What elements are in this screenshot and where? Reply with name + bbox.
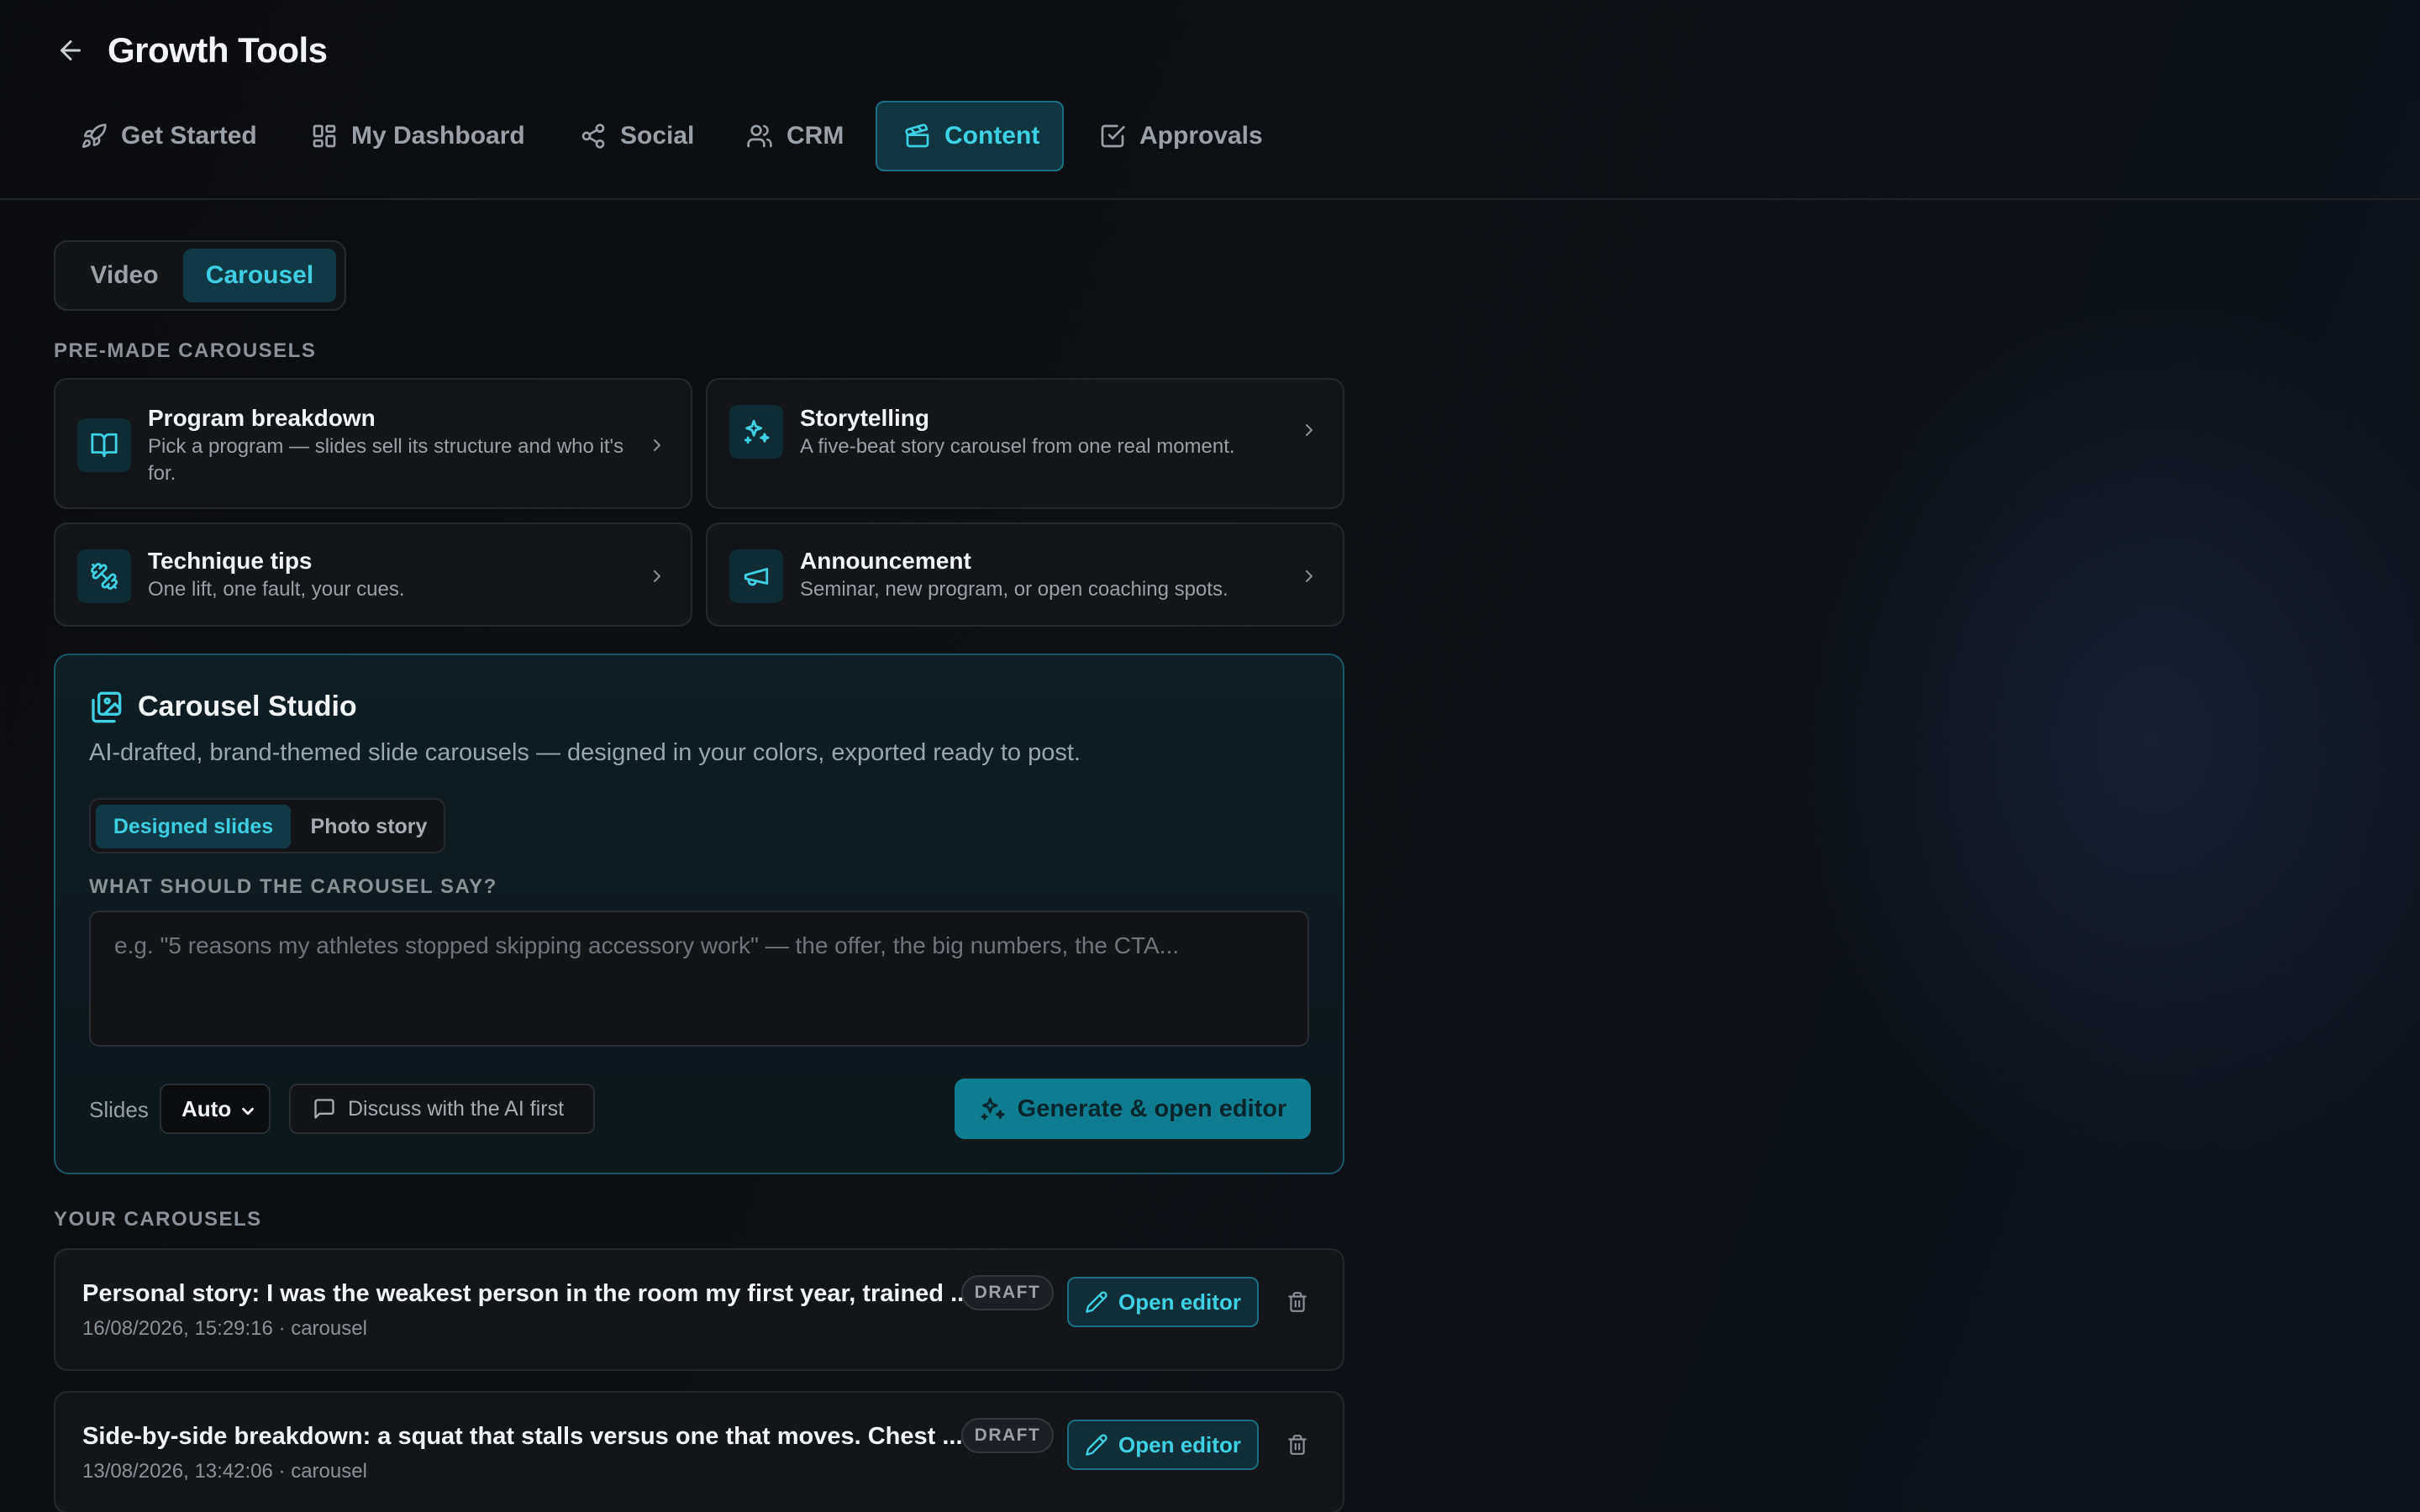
check-square-icon [1101,124,1125,148]
carousel-prompt-input[interactable] [89,911,1309,1047]
carousel-studio-panel: Carousel Studio AI-drafted, brand-themed… [54,654,1344,1174]
generate-open-editor-button[interactable]: Generate & open editor [955,1079,1311,1139]
tab-approvals[interactable]: Approvals [1072,101,1281,171]
premade-card-program-breakdown[interactable]: Program breakdown Pick a program — slide… [54,378,692,509]
open-editor-button[interactable]: Open editor [1067,1420,1259,1470]
card-description: One lift, one fault, your cues. [148,578,405,601]
sparkles-icon [981,1097,1005,1121]
trash-icon [1288,1292,1307,1312]
discuss-with-ai-button[interactable]: Discuss with the AI first [289,1084,595,1134]
share-icon [581,123,605,149]
card-title: Program breakdown [148,405,376,431]
card-title: Announcement [800,548,971,574]
chevron-right-icon [654,439,660,451]
tab-label: Content [944,122,1040,150]
rocket-icon [82,123,107,148]
book-open-icon [91,433,118,458]
slide-mode-toggle: Designed slides Photo story [89,798,445,853]
video-option[interactable]: Video [62,249,187,302]
photo-story-option[interactable]: Photo story [297,805,440,848]
generate-label: Generate & open editor [1017,1095,1287,1122]
top-bar: Growth Tools Get Started My Dashboard So… [0,0,2420,200]
chevron-down-icon [242,1107,254,1116]
card-description: Seminar, new program, or open coaching s… [800,578,1228,601]
status-badge: DRAFT [961,1275,1054,1310]
back-button[interactable] [50,30,91,71]
pencil-icon [1086,1434,1107,1456]
list-item: Side-by-side breakdown: a squat that sta… [54,1391,1344,1512]
grid-icon [313,124,336,148]
tab-get-started[interactable]: Get Started [54,101,271,171]
prompt-label: WHAT SHOULD THE CAROUSEL SAY? [89,875,497,898]
card-title: Storytelling [800,405,930,431]
premade-card-technique-tips[interactable]: Technique tips One lift, one fault, your… [54,522,692,627]
tab-label: Social [620,122,695,150]
arrow-left-icon [60,40,81,60]
trash-icon [1288,1435,1307,1455]
chevron-right-icon [654,570,660,582]
pencil-icon [1086,1291,1107,1313]
list-item: Personal story: I was the weakest person… [54,1248,1344,1371]
delete-button[interactable] [1282,1430,1313,1460]
tab-label: Get Started [121,122,257,150]
carousel-title: Side-by-side breakdown: a squat that sta… [82,1423,963,1450]
slides-label: Slides [89,1097,149,1122]
chevron-right-icon [1306,570,1313,582]
studio-title: Carousel Studio [138,690,357,722]
tab-label: My Dashboard [351,122,525,150]
open-editor-button[interactable]: Open editor [1067,1277,1259,1327]
your-carousels-heading: YOUR CAROUSELS [54,1208,262,1231]
image-gallery-icon [92,691,122,723]
designed-slides-option[interactable]: Designed slides [96,805,291,848]
tab-label: Approvals [1139,122,1263,150]
open-editor-label: Open editor [1118,1431,1241,1457]
sparkles-icon [744,419,770,444]
users-icon [747,124,772,148]
premade-card-announcement[interactable]: Announcement Seminar, new program, or op… [706,522,1344,627]
tab-crm[interactable]: CRM [719,101,857,171]
premade-card-storytelling[interactable]: Storytelling A five-beat story carousel … [706,378,1344,509]
carousel-title: Personal story: I was the weakest person… [82,1280,971,1307]
slides-select-value: Auto [182,1095,232,1121]
card-description: Pick a program — slides sell its structu… [148,435,624,485]
clapperboard-icon [905,123,929,148]
tab-label: CRM [786,122,844,150]
slides-count-select[interactable]: Auto [160,1084,271,1134]
open-editor-label: Open editor [1118,1289,1241,1315]
carousel-meta: 13/08/2026, 13:42:06 · carousel [82,1460,367,1483]
chevron-right-icon [1306,424,1313,436]
carousel-meta: 16/08/2026, 15:29:16 · carousel [82,1317,367,1340]
tab-content[interactable]: Content [876,101,1064,171]
studio-subtitle: AI-drafted, brand-themed slide carousels… [89,739,1081,766]
card-title: Technique tips [148,548,313,574]
discuss-label: Discuss with the AI first [348,1096,565,1121]
status-badge: DRAFT [961,1418,1054,1453]
megaphone-icon [744,568,769,586]
content-type-toggle: Video Carousel [54,240,346,311]
tab-my-dashboard[interactable]: My Dashboard [284,101,543,171]
card-description: A five-beat story carousel from one real… [800,435,1235,458]
delete-button[interactable] [1282,1287,1313,1317]
message-square-icon [314,1099,334,1119]
premade-heading: PRE-MADE CAROUSELS [54,339,317,362]
page-title: Growth Tools [108,30,328,70]
carousel-option[interactable]: Carousel [183,249,336,302]
tab-social[interactable]: Social [553,101,709,171]
dumbbell-icon [91,563,118,590]
